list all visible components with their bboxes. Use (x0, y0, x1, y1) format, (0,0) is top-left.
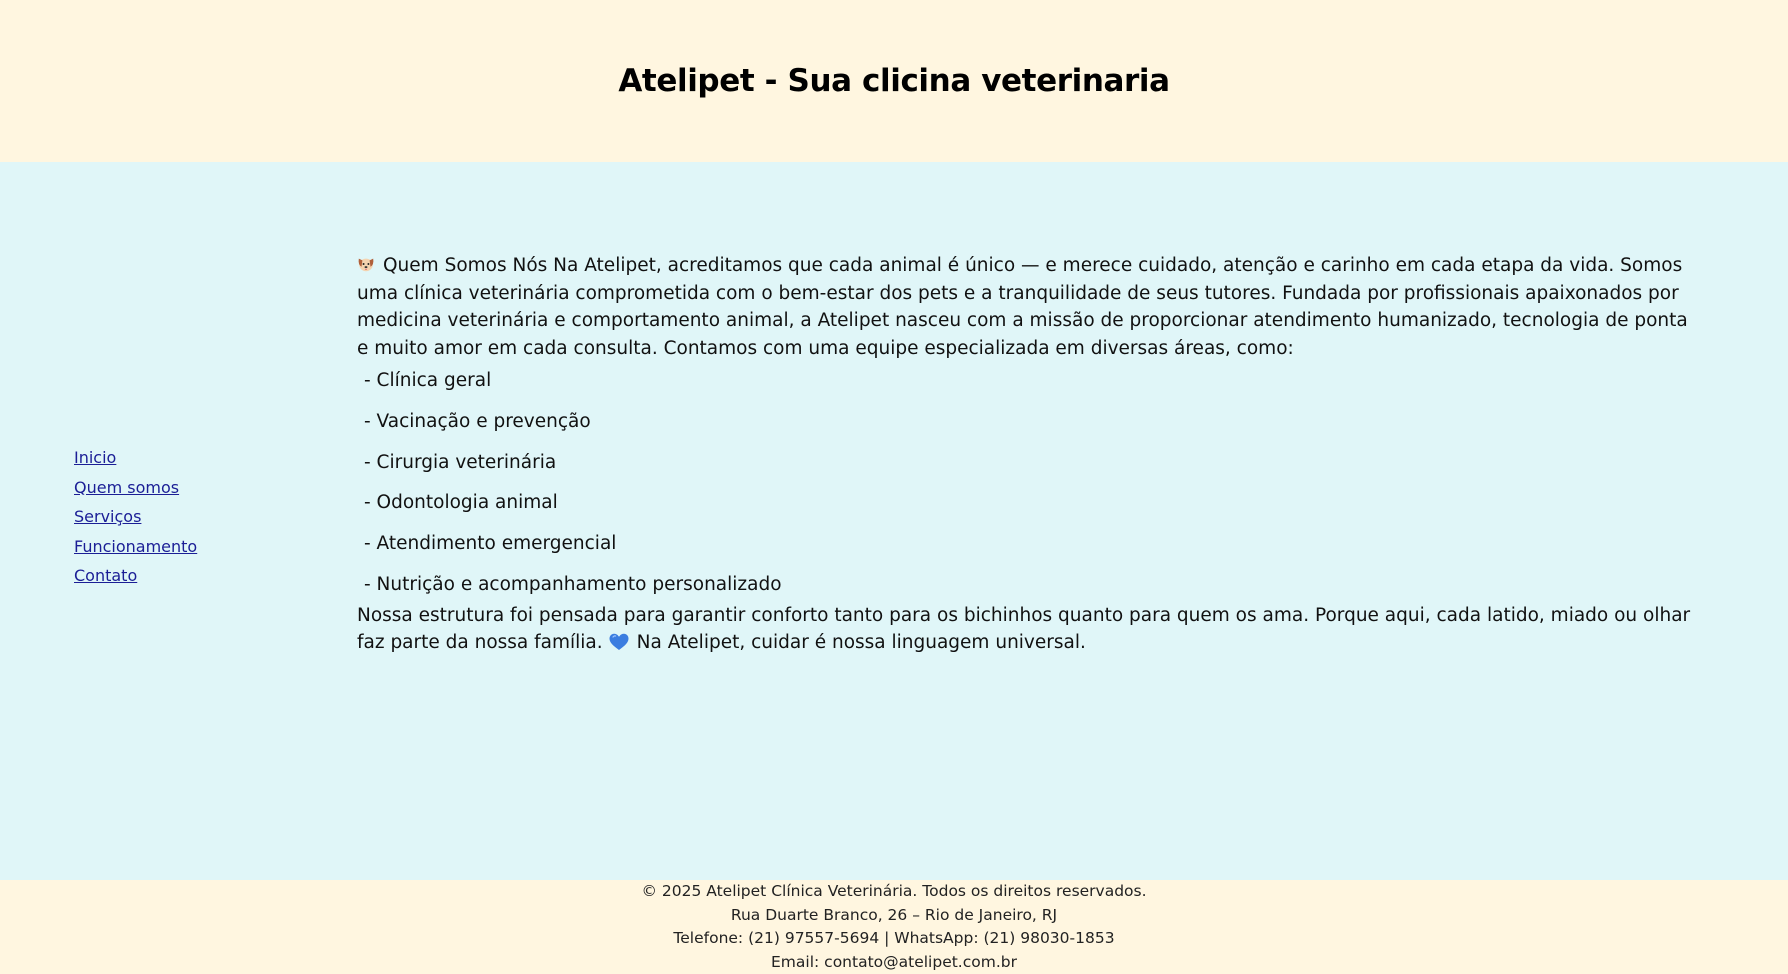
footer-email: Email: contato@atelipet.com.br (771, 952, 1017, 971)
footer-phones: Telefone: (21) 97557-5694 | WhatsApp: (2… (673, 929, 1115, 947)
nav-link-contato[interactable]: Contato (74, 566, 137, 585)
footer-address: Rua Duarte Branco, 26 – Rio de Janeiro, … (730, 905, 1058, 924)
about-intro-text: Quem Somos Nós Na Atelipet, acreditamos … (357, 255, 1688, 359)
dog-face-icon (358, 258, 374, 272)
sidebar-nav: Inicio Quem somos Serviços Funcionamento… (74, 448, 197, 596)
service-item: - Vacinação e prevenção (364, 410, 591, 432)
page-title: Atelipet - Sua clicina veterinaria (618, 62, 1170, 99)
nav-link-funcionamento[interactable]: Funcionamento (74, 537, 197, 556)
service-item: - Odontologia animal (364, 492, 558, 514)
page-header: Atelipet - Sua clicina veterinaria (0, 0, 1788, 162)
about-closing-paragraph: Nossa estrutura foi pensada para garanti… (357, 602, 1697, 657)
nav-item-funcionamento: Funcionamento (74, 537, 197, 567)
service-item: - Clínica geral (364, 370, 492, 391)
nav-item-servicos: Serviços (74, 507, 197, 537)
nav-list: Inicio Quem somos Serviços Funcionamento… (74, 448, 197, 596)
closing-text-after: Na Atelipet, cuidar é nossa linguagem un… (636, 632, 1086, 654)
nav-item-contato: Contato (74, 566, 197, 596)
service-item: - Cirurgia veterinária (364, 451, 557, 473)
footer-copyright: © 2025 Atelipet Clínica Veterinária. Tod… (641, 882, 1147, 900)
nav-link-quem-somos[interactable]: Quem somos (74, 478, 179, 497)
nav-item-quem-somos: Quem somos (74, 478, 197, 508)
nav-link-servicos[interactable]: Serviços (74, 507, 141, 526)
about-intro-paragraph: Quem Somos Nós Na Atelipet, acreditamos … (357, 252, 1697, 362)
nav-item-inicio: Inicio (74, 448, 197, 478)
service-item: - Atendimento emergencial (364, 533, 617, 555)
nav-link-inicio[interactable]: Inicio (74, 448, 116, 467)
about-section: Quem Somos Nós Na Atelipet, acreditamos … (357, 252, 1697, 657)
page-footer: © 2025 Atelipet Clínica Veterinária. Tod… (0, 880, 1788, 974)
main-content-area: Inicio Quem somos Serviços Funcionamento… (0, 162, 1788, 880)
blue-heart-icon (609, 634, 629, 651)
services-list: - Clínica geral - Vacinação e prevenção … (357, 364, 1697, 609)
